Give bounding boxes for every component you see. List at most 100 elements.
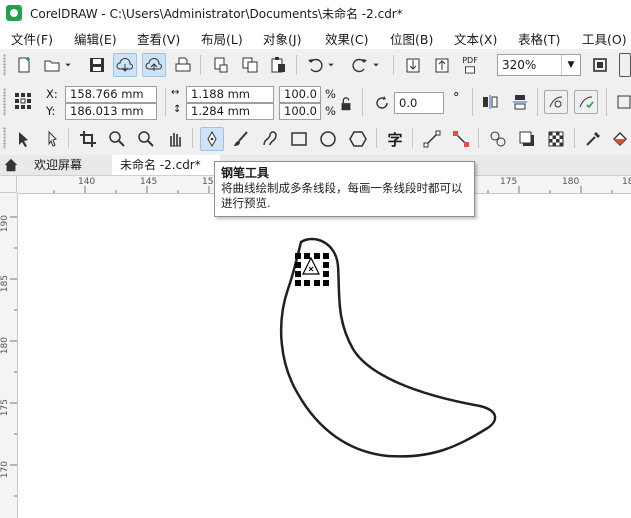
tab-document[interactable]: 未命名 -2.cdr*	[112, 155, 220, 175]
redo-icon[interactable]	[348, 53, 372, 77]
zoom-level-select[interactable]: 320% ▼	[497, 54, 581, 76]
y-label: Y:	[46, 104, 56, 118]
copy-icon[interactable]	[238, 53, 262, 77]
shape-tool-icon[interactable]	[40, 127, 64, 151]
node-edit-icon[interactable]	[544, 90, 568, 114]
pen-tool-icon[interactable]	[200, 127, 224, 151]
pdf-label: PDF	[462, 56, 478, 65]
toolbar-grip[interactable]	[3, 54, 6, 76]
connector-tool-icon[interactable]	[449, 127, 473, 151]
percent-label: %	[325, 104, 336, 118]
coreldraw-logo-icon	[6, 5, 22, 21]
object-height-field[interactable]: 1.284 mm	[186, 103, 274, 120]
pan-hand-icon[interactable]	[163, 127, 187, 151]
undo-dropdown-icon[interactable]	[325, 53, 337, 77]
chevron-down-icon[interactable]	[62, 53, 74, 77]
ruler-v-label: 190	[0, 215, 10, 233]
y-position-field[interactable]: 186.013 mm	[65, 103, 157, 120]
x-position-field[interactable]: 158.766 mm	[65, 86, 157, 103]
rotation-angle-field[interactable]: 0.0	[394, 92, 444, 114]
toolbox: 字	[0, 122, 631, 156]
x-label: X:	[46, 87, 58, 101]
import-icon[interactable]	[209, 53, 233, 77]
zoom-level-value: 320%	[502, 58, 537, 72]
open-folder-icon[interactable]	[40, 53, 64, 77]
menu-bitmaps[interactable]: 位图(B)	[390, 29, 433, 48]
menu-text[interactable]: 文本(X)	[454, 29, 497, 48]
scale-width-field[interactable]: 100.0	[279, 86, 321, 103]
ruler-v-ticks	[10, 216, 17, 497]
pen-tool-tooltip: 钢笔工具 将曲线绘制成多条线段，每画一条线段时都可以进行预览.	[214, 161, 475, 217]
drawing-canvas[interactable]	[18, 194, 631, 518]
blend-tool-icon[interactable]	[486, 127, 510, 151]
brush-tool-icon[interactable]	[229, 127, 253, 151]
drawing-surface	[279, 237, 497, 458]
object-origin-icon[interactable]	[11, 89, 35, 113]
pdf-export-icon[interactable]: PDF	[458, 53, 482, 77]
print-icon[interactable]	[171, 53, 195, 77]
paste-icon[interactable]	[266, 53, 290, 77]
menu-layout[interactable]: 布局(L)	[201, 29, 243, 48]
menu-bar: 文件(F) 编辑(E) 查看(V) 布局(L) 对象(J) 效果(C) 位图(B…	[0, 26, 631, 49]
polygon-tool-icon[interactable]	[346, 127, 370, 151]
percent-label: %	[325, 87, 336, 101]
menu-edit[interactable]: 编辑(E)	[74, 29, 117, 48]
line-tool-icon[interactable]	[420, 127, 444, 151]
undo-icon[interactable]	[303, 53, 327, 77]
cloud-import-icon[interactable]	[113, 53, 137, 77]
fill-tool-icon[interactable]	[608, 127, 631, 151]
vertical-ruler[interactable]: 190 185 180 175 170	[0, 193, 18, 518]
height-icon: ↕	[173, 104, 182, 115]
toolbar-grip[interactable]	[3, 88, 6, 116]
menu-object[interactable]: 对象(J)	[263, 29, 301, 48]
full-screen-icon[interactable]	[588, 53, 612, 77]
object-width-field[interactable]: 1.188 mm	[186, 86, 274, 103]
options-icon[interactable]	[619, 53, 631, 77]
node-check-icon[interactable]	[574, 90, 598, 114]
rotate-icon	[370, 91, 394, 115]
window-title: CorelDRAW - C:\Users\Administrator\Docum…	[30, 7, 403, 21]
mirror-vertical-icon[interactable]	[508, 90, 532, 114]
menu-view[interactable]: 查看(V)	[137, 29, 180, 48]
tab-welcome-screen[interactable]: 欢迎屏幕	[24, 155, 112, 175]
mirror-horizontal-icon[interactable]	[478, 90, 502, 114]
ruler-origin[interactable]	[0, 176, 17, 193]
import-arrow-icon[interactable]	[401, 53, 425, 77]
rectangle-tool-icon[interactable]	[287, 127, 311, 151]
lock-ratio-icon[interactable]	[338, 96, 354, 112]
ruler-v-label: 170	[0, 461, 10, 479]
menu-file[interactable]: 文件(F)	[11, 29, 53, 48]
wrap-text-icon[interactable]	[612, 90, 631, 114]
curve-tool-icon[interactable]	[258, 127, 282, 151]
redo-dropdown-icon[interactable]	[370, 53, 382, 77]
save-icon[interactable]	[85, 53, 109, 77]
new-document-icon[interactable]	[12, 53, 36, 77]
text-tool-icon[interactable]: 字	[383, 127, 407, 151]
transparency-tool-icon[interactable]	[544, 127, 568, 151]
home-icon[interactable]	[0, 155, 23, 175]
menu-table[interactable]: 表格(T)	[518, 29, 560, 48]
ruler-v-label: 180	[0, 337, 10, 355]
pick-tool-icon[interactable]	[11, 127, 35, 151]
standard-toolbar: PDF 320% ▼	[0, 49, 631, 83]
menu-effects[interactable]: 效果(C)	[325, 29, 368, 48]
eyedropper-tool-icon[interactable]	[581, 127, 605, 151]
ellipse-tool-icon[interactable]	[316, 127, 340, 151]
menu-tools[interactable]: 工具(O)	[582, 29, 627, 48]
scale-height-field[interactable]: 100.0	[279, 103, 321, 120]
cloud-export-icon[interactable]	[142, 53, 166, 77]
tooltip-description: 将曲线绘制成多条线段，每画一条线段时都可以进行预览.	[221, 181, 463, 210]
property-bar: X: 158.766 mm Y: 186.013 mm ↔ 1.188 mm ↕…	[0, 82, 631, 123]
degree-symbol: °	[453, 91, 460, 106]
pen-cursor-icon	[302, 256, 320, 275]
chevron-down-icon[interactable]: ▼	[561, 55, 580, 75]
ruler-v-label: 175	[0, 399, 10, 417]
toolbar-grip[interactable]	[3, 127, 6, 149]
ruler-v-label: 185	[0, 275, 10, 293]
crop-tool-icon[interactable]	[76, 127, 100, 151]
zoom-out-icon[interactable]	[134, 127, 158, 151]
zoom-tool-icon[interactable]	[105, 127, 129, 151]
shadow-tool-icon[interactable]	[515, 127, 539, 151]
export-arrow-icon[interactable]	[430, 53, 454, 77]
width-icon: ↔	[171, 87, 180, 98]
